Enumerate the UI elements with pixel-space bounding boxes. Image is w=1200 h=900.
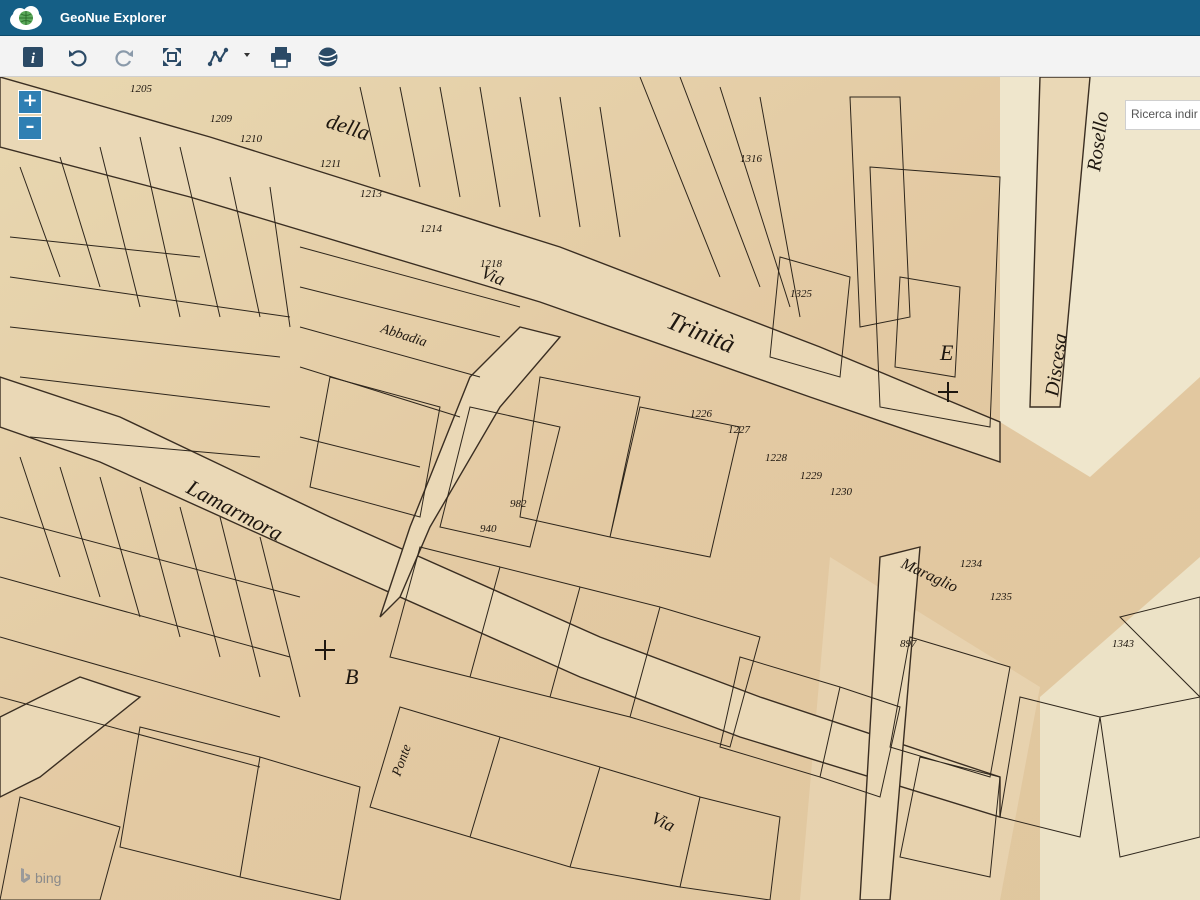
parcel-number: 940 bbox=[480, 523, 497, 535]
block-letter-b: B bbox=[345, 664, 358, 689]
measure-line-icon bbox=[207, 47, 229, 67]
parcel-number: 1218 bbox=[480, 258, 503, 270]
parcel-number: 1235 bbox=[990, 591, 1013, 603]
parcel-number: 1210 bbox=[240, 133, 263, 145]
undo-button[interactable] bbox=[64, 43, 92, 71]
zoom-out-button[interactable]: – bbox=[18, 116, 42, 140]
globe-logo-icon bbox=[6, 3, 46, 33]
parcel-number: 1226 bbox=[690, 408, 713, 420]
parcel-number: 897 bbox=[900, 638, 917, 650]
parcel-number: 1214 bbox=[420, 223, 443, 235]
map-canvas[interactable]: della Trinità Via Lamarmora Discesa Rose… bbox=[0, 77, 1200, 900]
parcel-number: 1229 bbox=[800, 470, 823, 482]
undo-icon bbox=[69, 50, 87, 67]
globe-button[interactable] bbox=[314, 43, 342, 71]
parcel-number: 1227 bbox=[728, 424, 751, 436]
globe-icon bbox=[318, 47, 338, 67]
bing-logo-icon bbox=[21, 868, 30, 883]
redo-button[interactable] bbox=[110, 43, 138, 71]
zoom-controls: + – bbox=[18, 90, 42, 140]
printer-icon bbox=[271, 47, 291, 68]
parcel-number: 1230 bbox=[830, 486, 853, 498]
parcel-number: 1228 bbox=[765, 452, 788, 464]
measure-button[interactable] bbox=[204, 43, 232, 71]
parcel-number: 1213 bbox=[360, 188, 383, 200]
parcel-number: 1325 bbox=[790, 288, 813, 300]
app-title: GeoNue Explorer bbox=[60, 10, 167, 25]
cadastral-map: della Trinità Via Lamarmora Discesa Rose… bbox=[0, 77, 1200, 900]
block-letter-e: E bbox=[939, 340, 954, 365]
chevron-down-icon[interactable] bbox=[244, 53, 250, 57]
redo-icon bbox=[115, 50, 133, 67]
address-search-input[interactable]: Ricerca indir bbox=[1125, 100, 1200, 130]
info-icon: i bbox=[23, 47, 43, 67]
info-button[interactable]: i bbox=[19, 43, 47, 71]
parcel-number: 1234 bbox=[960, 558, 983, 570]
parcel-number: 1211 bbox=[320, 158, 341, 170]
parcel-number: 1343 bbox=[1112, 638, 1135, 650]
parcel-number: 982 bbox=[510, 498, 527, 510]
map-attribution: bing bbox=[21, 868, 62, 886]
zoom-in-button[interactable]: + bbox=[18, 90, 42, 114]
map-toolbar: i bbox=[0, 36, 1200, 77]
parcel-number: 1205 bbox=[130, 83, 153, 95]
parcel-number: 1209 bbox=[210, 113, 233, 125]
attribution-text: bing bbox=[35, 870, 62, 886]
zoom-extent-icon bbox=[163, 48, 181, 66]
app-header: GeoNue Explorer bbox=[0, 0, 1200, 36]
print-button[interactable] bbox=[267, 43, 295, 71]
zoom-extent-button[interactable] bbox=[158, 43, 186, 71]
parcel-number: 1316 bbox=[740, 153, 763, 165]
